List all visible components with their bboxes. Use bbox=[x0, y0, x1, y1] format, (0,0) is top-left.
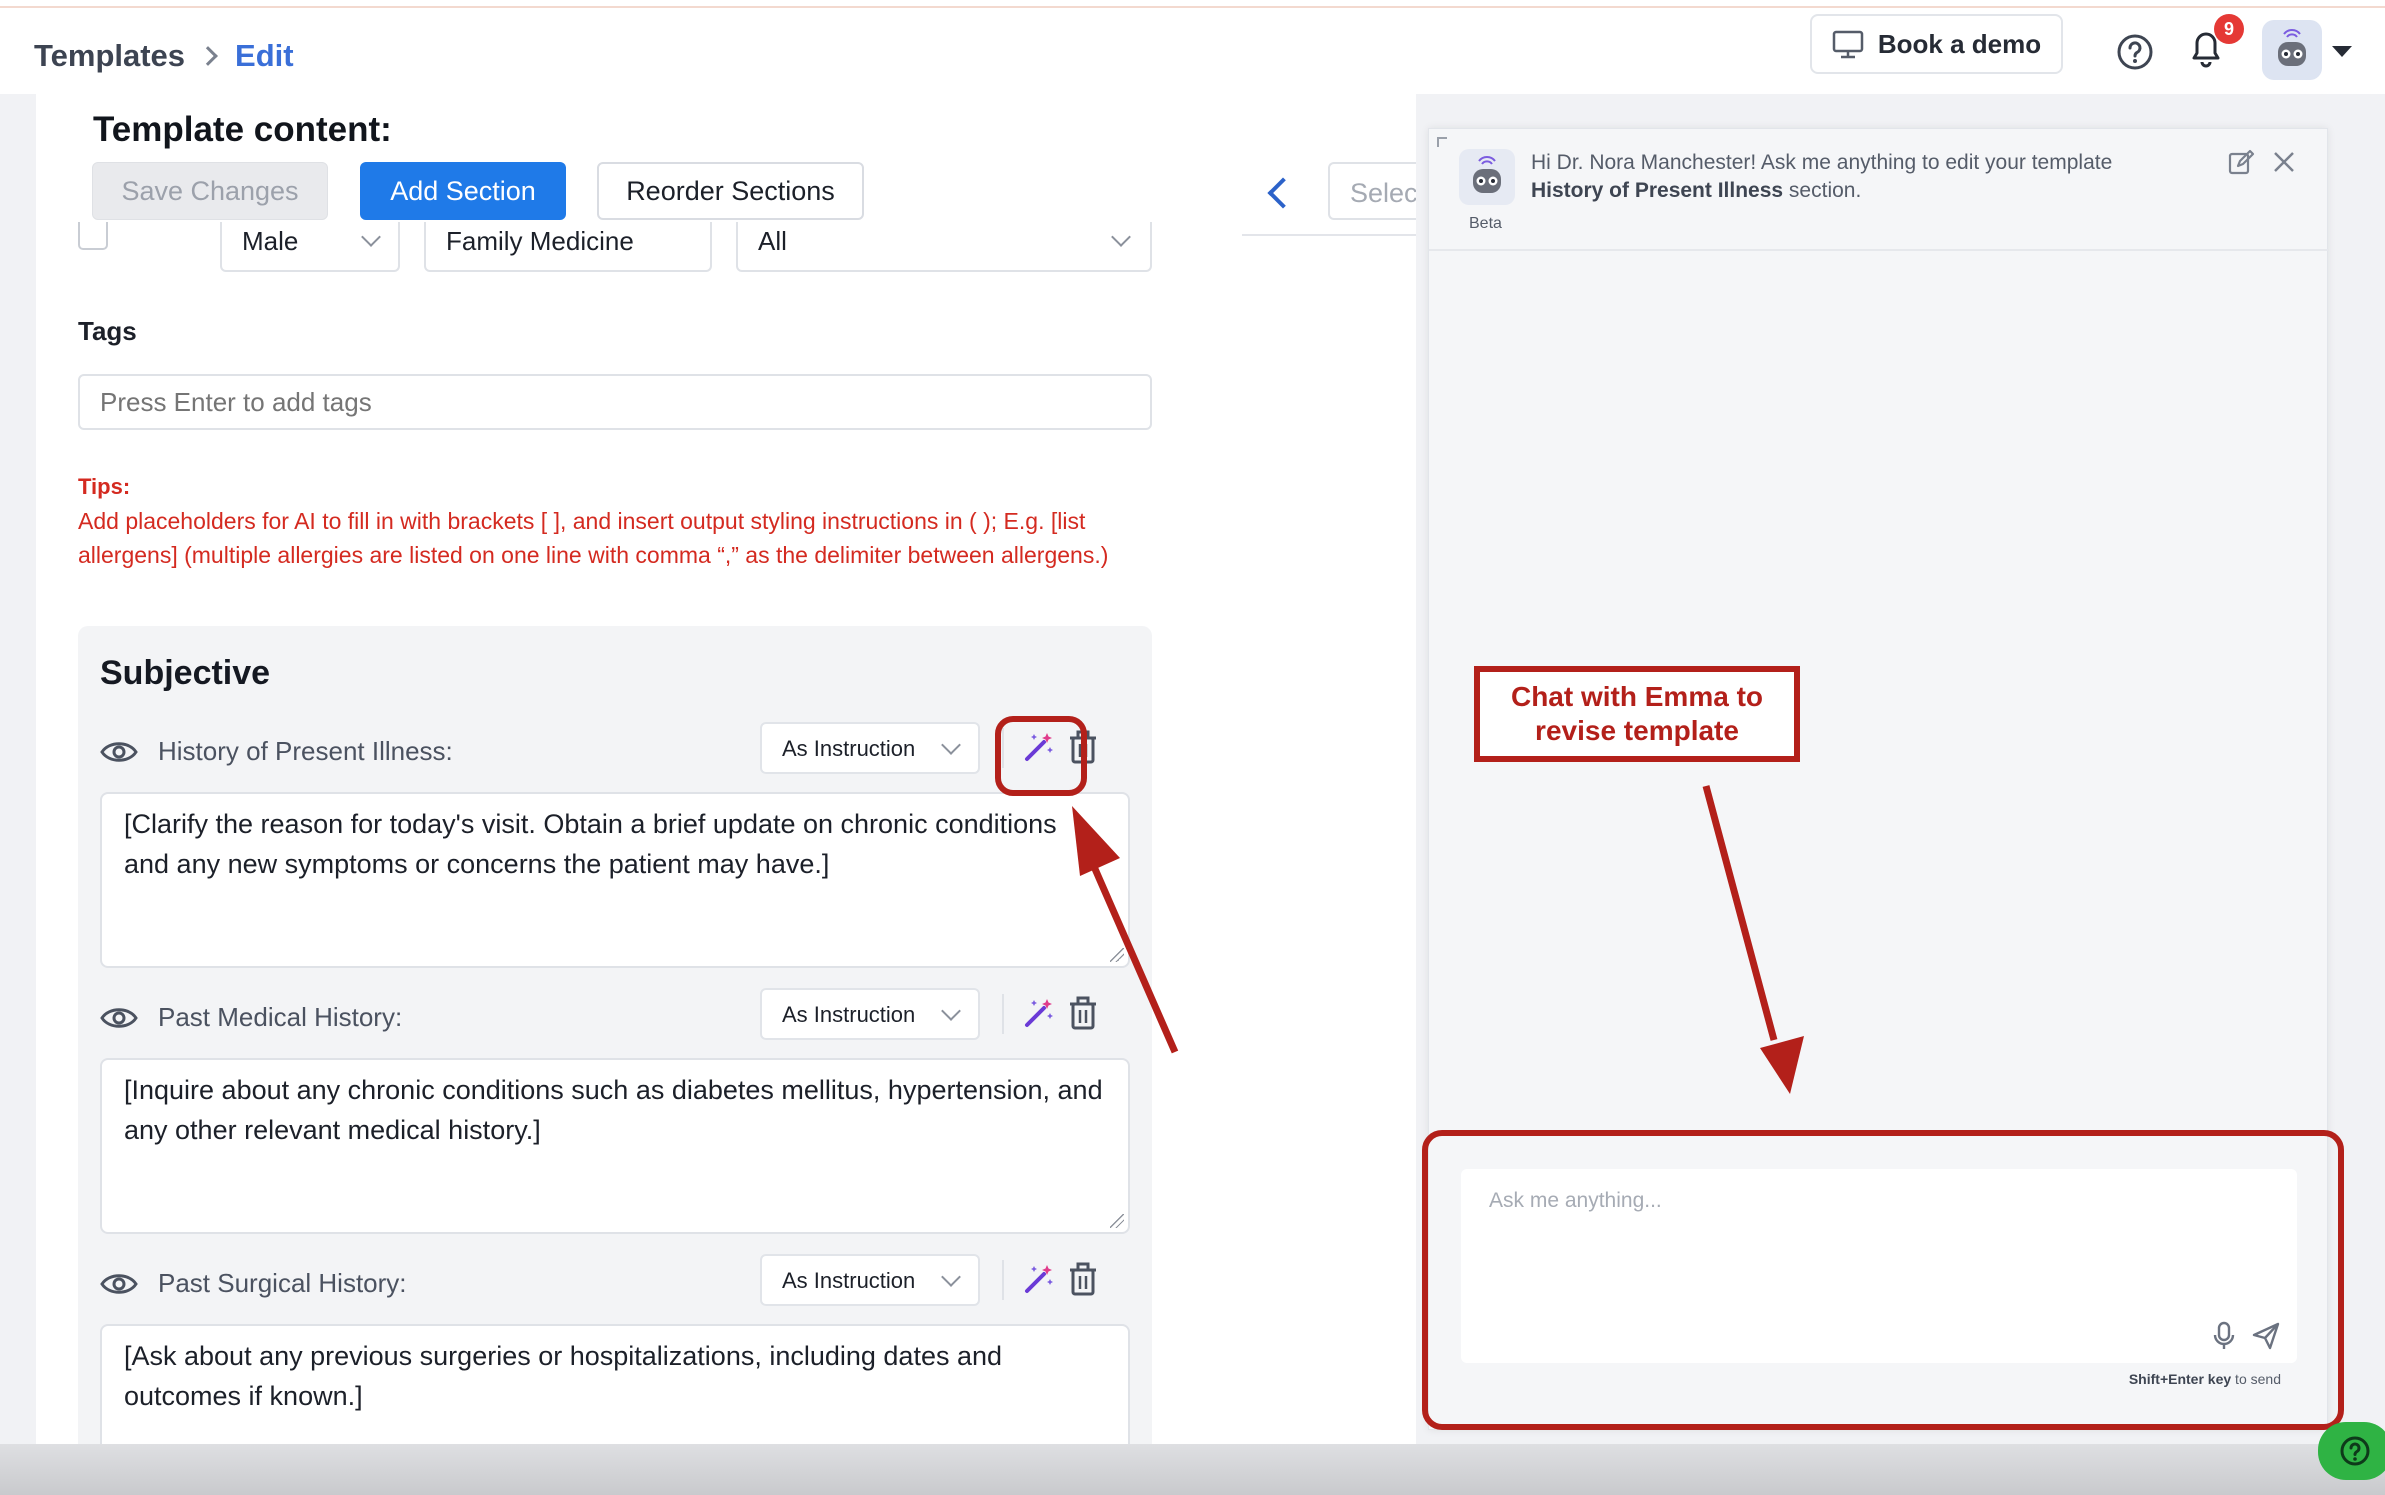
monitor-icon bbox=[1832, 30, 1864, 59]
book-demo-button[interactable]: Book a demo bbox=[1810, 14, 2063, 74]
tags-input[interactable] bbox=[78, 374, 1152, 430]
bot-avatar bbox=[1459, 149, 1515, 205]
expand-handle[interactable] bbox=[1437, 137, 1447, 147]
magic-wand-icon[interactable] bbox=[1022, 1262, 1056, 1296]
template-select[interactable]: Select bbox=[1328, 162, 1416, 220]
chevron-down-icon bbox=[941, 735, 961, 755]
field-label: Past Medical History: bbox=[100, 1002, 402, 1033]
save-changes-button[interactable]: Save Changes bbox=[92, 162, 328, 220]
reorder-sections-button[interactable]: Reorder Sections bbox=[597, 162, 864, 220]
help-circle-icon[interactable] bbox=[2115, 32, 2155, 72]
edit-icon[interactable] bbox=[2227, 149, 2255, 177]
visit-type-value: All bbox=[758, 226, 787, 256]
divider bbox=[1002, 1260, 1004, 1300]
field-label-text: Past Medical History: bbox=[158, 1002, 403, 1032]
divider bbox=[1002, 994, 1004, 1034]
eye-icon[interactable] bbox=[100, 1272, 138, 1296]
add-section-button[interactable]: Add Section bbox=[360, 162, 566, 220]
field-mode-value: As Instruction bbox=[782, 736, 916, 761]
field-text: [Inquire about any chronic conditions su… bbox=[124, 1075, 1103, 1145]
chevron-down-icon[interactable] bbox=[2332, 46, 2352, 57]
trash-icon[interactable] bbox=[1068, 996, 1098, 1030]
eye-icon[interactable] bbox=[100, 740, 138, 764]
beta-label: Beta bbox=[1469, 215, 1502, 232]
breadcrumb: Templates Edit bbox=[34, 38, 294, 74]
field-label-text: Past Surgical History: bbox=[158, 1268, 407, 1298]
template-editor: Template content: Save Changes Add Secti… bbox=[36, 94, 1416, 1444]
close-icon[interactable] bbox=[2271, 149, 2297, 175]
resize-handle[interactable] bbox=[1110, 948, 1124, 962]
robot-avatar-icon bbox=[1473, 156, 1501, 193]
field-textarea[interactable]: [Clarify the reason for today's visit. O… bbox=[100, 792, 1130, 968]
book-demo-label: Book a demo bbox=[1877, 28, 2042, 59]
field-mode-value: As Instruction bbox=[782, 1002, 916, 1027]
field-text: [Ask about any previous surgeries or hos… bbox=[124, 1341, 1003, 1411]
section-title: Subjective bbox=[100, 654, 271, 692]
chevron-down-icon bbox=[1111, 227, 1131, 247]
chevron-down-icon bbox=[941, 1001, 961, 1021]
avatar[interactable] bbox=[2262, 20, 2322, 80]
help-button[interactable] bbox=[2318, 1422, 2385, 1480]
notification-badge: 9 bbox=[2214, 14, 2244, 44]
breadcrumb-edit: Edit bbox=[235, 38, 294, 73]
top-accent-line bbox=[0, 0, 2385, 8]
field-mode-value: As Instruction bbox=[782, 1268, 916, 1293]
chat-header: Beta Hi Dr. Nora Manchester! Ask me anyt… bbox=[1429, 129, 2329, 251]
tips-text: Add placeholders for AI to fill in with … bbox=[78, 508, 1109, 568]
chat-greeting: Hi Dr. Nora Manchester! Ask me anything … bbox=[1531, 149, 2211, 205]
gender-value: Male bbox=[242, 226, 299, 256]
help-circle-icon bbox=[2340, 1436, 2370, 1466]
breadcrumb-templates[interactable]: Templates bbox=[34, 38, 185, 74]
field-mode-select[interactable]: As Instruction bbox=[760, 988, 980, 1040]
chevron-down-icon bbox=[941, 1267, 961, 1287]
visit-type-select[interactable]: All bbox=[736, 222, 1152, 272]
greeting-section: History of Present Illness bbox=[1531, 179, 1784, 202]
field-label-text: History of Present Illness: bbox=[158, 736, 453, 766]
chevron-left-icon[interactable] bbox=[1267, 177, 1299, 209]
trash-icon[interactable] bbox=[1068, 1262, 1098, 1296]
checkbox[interactable] bbox=[78, 222, 108, 250]
robot-avatar-icon bbox=[2278, 29, 2306, 66]
gender-select[interactable]: Male bbox=[220, 222, 400, 272]
chevron-down-icon bbox=[361, 227, 381, 247]
magic-wand-icon[interactable] bbox=[1022, 996, 1056, 1030]
page-title: Template content: bbox=[93, 110, 392, 149]
tags-label: Tags bbox=[78, 316, 137, 346]
field-mode-select[interactable]: As Instruction bbox=[760, 1254, 980, 1306]
annotation-label: Chat with Emma to revise template bbox=[1474, 666, 1800, 762]
tips-heading: Tips: bbox=[78, 474, 131, 499]
specialty-select[interactable]: Family Medicine bbox=[424, 222, 712, 272]
highlight-wand-button bbox=[995, 716, 1087, 796]
field-textarea[interactable]: [Inquire about any chronic conditions su… bbox=[100, 1058, 1130, 1234]
divider bbox=[1242, 234, 1416, 236]
resize-handle[interactable] bbox=[1110, 1214, 1124, 1228]
field-label: History of Present Illness: bbox=[100, 736, 453, 767]
field-text: [Clarify the reason for today's visit. O… bbox=[124, 809, 1057, 879]
field-label: Past Surgical History: bbox=[100, 1268, 407, 1299]
eye-icon[interactable] bbox=[100, 1006, 138, 1030]
field-mode-select[interactable]: As Instruction bbox=[760, 722, 980, 774]
greeting-text: Hi Dr. Nora Manchester! Ask me anything … bbox=[1531, 151, 2113, 174]
highlight-chat-input bbox=[1422, 1130, 2344, 1430]
bottom-strip bbox=[0, 1444, 2385, 1495]
section-subjective: Subjective History of Present Illness: A… bbox=[78, 626, 1152, 1444]
field-textarea[interactable]: [Ask about any previous surgeries or hos… bbox=[100, 1324, 1130, 1444]
specialty-value: Family Medicine bbox=[446, 226, 634, 256]
chevron-right-icon bbox=[198, 46, 218, 66]
greeting-suffix: section. bbox=[1783, 179, 1862, 202]
